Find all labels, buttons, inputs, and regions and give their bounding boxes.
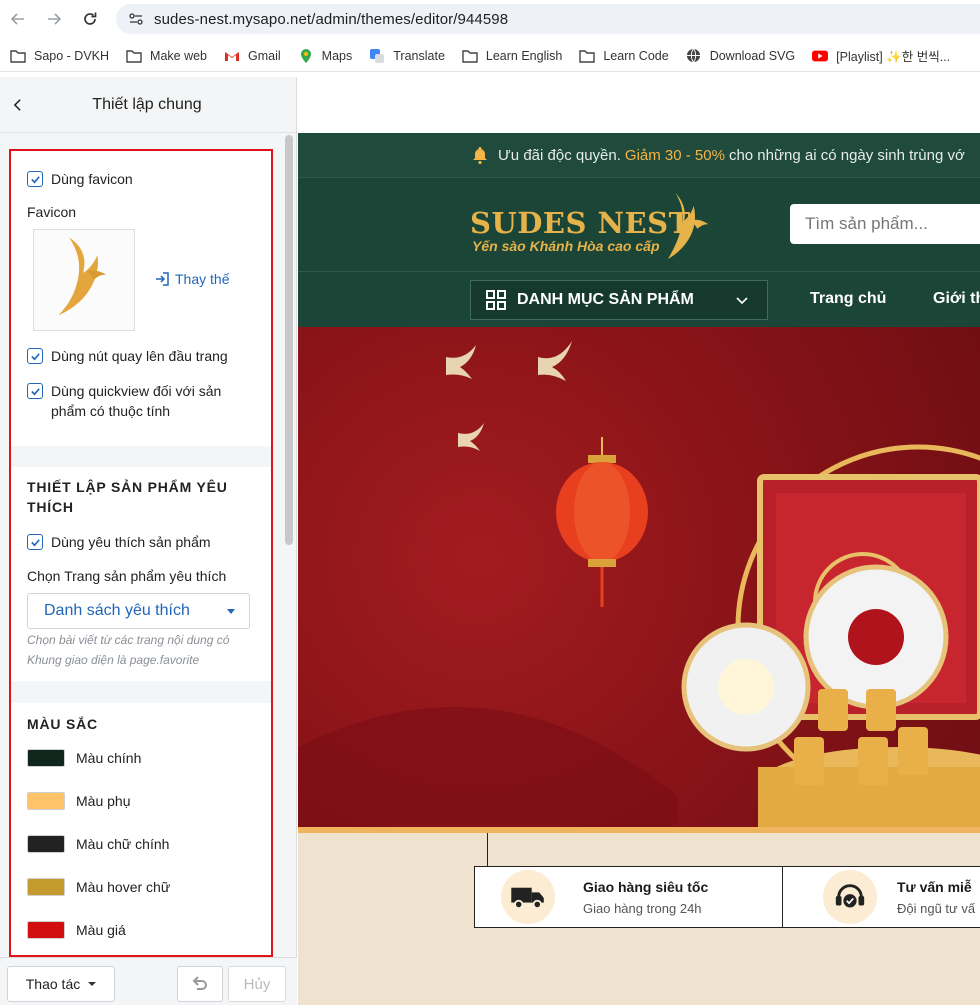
panel-header: Thiết lập chung — [0, 77, 296, 133]
bookmark-label: [Playlist] ✨한 번씩... — [836, 50, 951, 64]
bookmark-4[interactable]: Translate — [369, 48, 445, 63]
folder-icon — [126, 49, 142, 63]
gmail-icon — [224, 49, 240, 63]
undo-button[interactable] — [177, 966, 223, 1002]
panel-scrollbar[interactable] — [285, 135, 293, 545]
hero-banner[interactable] — [298, 327, 980, 827]
category-menu-button[interactable]: DANH MỤC SẢN PHẨM — [470, 280, 768, 320]
reload-icon[interactable] — [72, 0, 108, 38]
bookmark-label: Translate — [393, 48, 445, 63]
menu-item-about[interactable]: Giới th — [933, 290, 980, 308]
chevron-down-icon — [736, 297, 748, 305]
youtube-icon — [812, 49, 829, 63]
feature-subtitle-consult: Đội ngũ tư vấ — [897, 901, 976, 916]
promo-text: Ưu đãi độc quyền. — [498, 146, 621, 164]
site-settings-icon[interactable] — [128, 11, 144, 27]
actions-dropdown-button[interactable]: Thao tác — [7, 966, 115, 1002]
bookmark-label: Sapo - DVKH — [34, 48, 110, 63]
caret-down-icon — [88, 982, 97, 986]
bookmark-8[interactable]: [Playlist] ✨한 번씩... — [812, 46, 950, 65]
highlight-frame — [9, 149, 273, 957]
panel-footer: Thao tác Hủy — [0, 957, 297, 1005]
address-bar[interactable]: sudes-nest.mysapo.net/admin/themes/edito… — [116, 4, 980, 34]
bookmark-label: Learn English — [485, 48, 563, 63]
banner-artwork — [298, 341, 980, 827]
cancel-button[interactable]: Hủy — [228, 966, 286, 1002]
feature-title-delivery: Giao hàng siêu tốc — [583, 879, 709, 895]
bookmark-label: Gmail — [248, 48, 281, 63]
delivery-truck-icon — [501, 870, 555, 924]
feature-subtitle-delivery: Giao hàng trong 24h — [583, 901, 702, 916]
logo-tagline: Yến sào Khánh Hòa cao cấp — [472, 238, 660, 254]
bookmark-label: Maps — [321, 48, 353, 63]
store-menu-bar: DANH MỤC SẢN PHẨM Trang chủ Giới th — [298, 271, 980, 327]
category-button-label: DANH MỤC SẢN PHẨM — [517, 291, 694, 308]
bell-icon — [473, 147, 487, 165]
translate-icon — [369, 48, 385, 63]
support-headset-icon — [823, 870, 877, 924]
promo-highlight: Giảm 30 - 50% — [624, 146, 725, 164]
folder-icon — [579, 49, 596, 63]
bookmark-0[interactable]: Sapo - DVKH — [10, 49, 109, 63]
feature-divider — [782, 867, 783, 927]
bookmark-3[interactable]: Maps — [298, 48, 353, 63]
actions-label: Thao tác — [25, 976, 81, 992]
logo-name: SUDES NEST — [470, 206, 691, 240]
menu-item-home[interactable]: Trang chủ — [810, 290, 886, 308]
store-logo[interactable]: SUDES NEST Yến sào Khánh Hòa cao cấp — [470, 192, 720, 262]
logo-bird-icon — [667, 192, 709, 260]
forward-arrow-icon[interactable] — [36, 0, 72, 38]
browser-toolbar: sudes-nest.mysapo.net/admin/themes/edito… — [0, 0, 980, 38]
panel-title: Thiết lập chung — [92, 95, 202, 113]
globe-icon — [686, 48, 702, 63]
back-arrow-icon[interactable] — [0, 0, 36, 38]
product-search-input[interactable]: Tìm sản phẩm... — [790, 204, 980, 244]
url-text: sudes-nest.mysapo.net/admin/themes/edito… — [154, 10, 509, 28]
bookmark-label: Download SVG — [709, 48, 796, 63]
settings-panel: Thiết lập chung Dùng favicon Favicon Tha… — [0, 77, 297, 1005]
bookmark-6[interactable]: Learn Code — [579, 48, 669, 63]
feature-title-consult: Tư vấn miễ — [897, 879, 972, 895]
bookmark-2[interactable]: Gmail — [224, 49, 281, 63]
maps-icon — [298, 48, 314, 63]
folder-icon — [10, 49, 26, 63]
store-preview: Ưu đãi độc quyền. Giảm 30 - 50% cho nhữn… — [298, 77, 980, 1005]
folder-icon — [462, 49, 478, 63]
store-header: SUDES NEST Yến sào Khánh Hòa cao cấp Tìm… — [298, 177, 980, 271]
back-chevron-icon[interactable] — [0, 77, 34, 133]
promo-bar: Ưu đãi độc quyền. Giảm 30 - 50% cho nhữn… — [298, 133, 980, 177]
bookmark-label: Learn Code — [603, 48, 669, 63]
bookmark-5[interactable]: Learn English — [462, 49, 562, 63]
grid-icon — [486, 290, 506, 310]
bookmark-1[interactable]: Make web — [126, 49, 207, 63]
bookmark-7[interactable]: Download SVG — [686, 49, 795, 63]
bookmark-label: Make web — [150, 48, 208, 63]
features-card[interactable]: Giao hàng siêu tốc Giao hàng trong 24h T… — [474, 866, 980, 928]
promo-suffix: cho những ai có ngày sinh trùng vớ — [728, 146, 965, 164]
undo-icon — [192, 976, 207, 990]
bookmarks-bar: Sapo - DVKH Make web Gmail Maps Translate Lea… — [0, 40, 980, 72]
